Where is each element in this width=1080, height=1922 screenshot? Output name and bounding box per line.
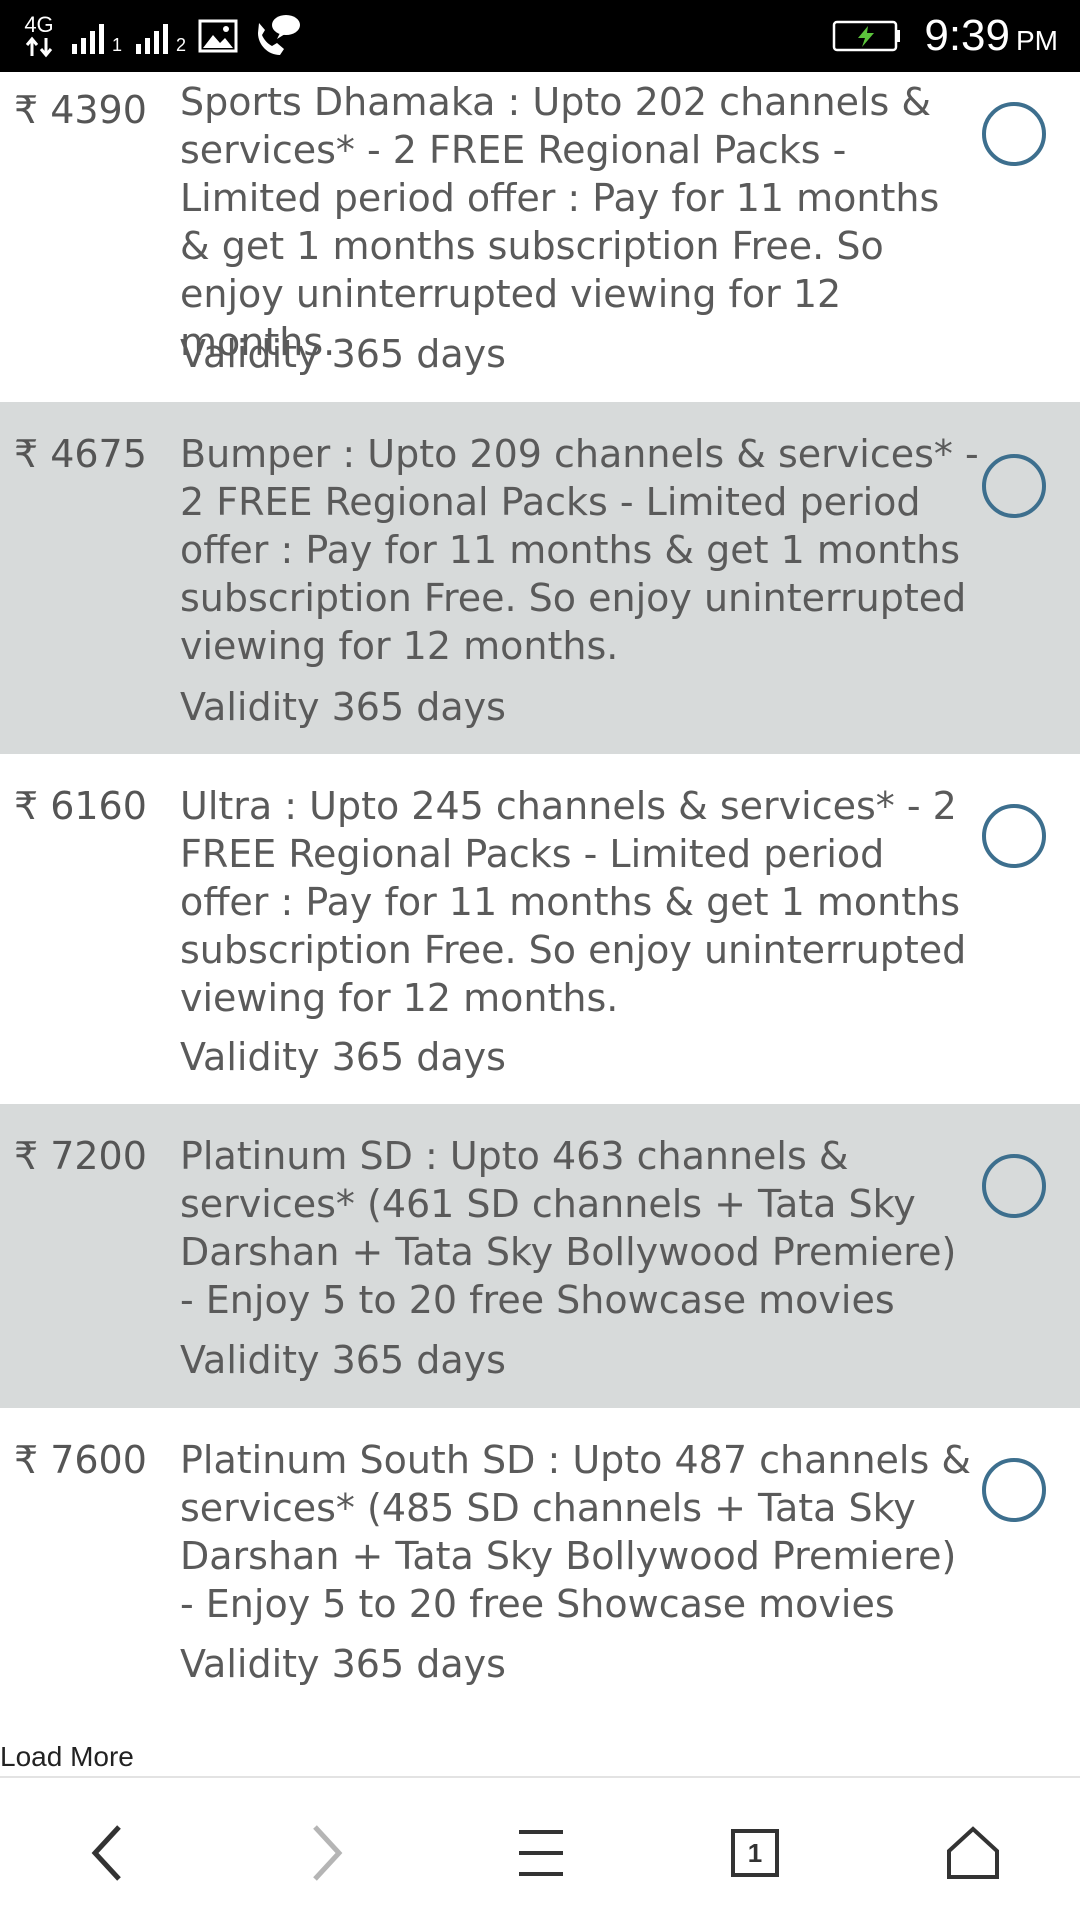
rupee-icon: ₹ bbox=[14, 1438, 39, 1482]
plan-price-value: 6160 bbox=[50, 784, 147, 828]
network-indicator: 4G bbox=[20, 14, 58, 58]
sim2-signal: 2 bbox=[134, 16, 186, 56]
clock-ampm: PM bbox=[1016, 25, 1058, 56]
rupee-icon: ₹ bbox=[14, 784, 39, 828]
phone-call-icon bbox=[258, 15, 301, 55]
plan-item[interactable]: ₹7200 Platinum SD : Upto 463 channels & … bbox=[0, 1104, 1080, 1408]
plan-price-value: 7200 bbox=[50, 1134, 147, 1178]
battery-charging-icon bbox=[833, 20, 901, 52]
home-icon bbox=[947, 1826, 999, 1879]
plan-validity: Validity 365 days bbox=[180, 1035, 506, 1079]
back-button[interactable] bbox=[72, 1818, 142, 1888]
sim2-label: 2 bbox=[176, 35, 187, 55]
tabs-button[interactable]: 1 bbox=[720, 1818, 790, 1888]
status-bar: 4G 1 2 9:39 PM bbox=[0, 0, 1080, 72]
browser-nav-bar: 1 bbox=[0, 1776, 1080, 1922]
plan-price: ₹4675 bbox=[14, 432, 147, 476]
plan-price-value: 4390 bbox=[50, 88, 147, 132]
chevron-right-icon bbox=[313, 1825, 343, 1881]
plan-validity: Validity 365 days bbox=[180, 1338, 506, 1382]
clock-time: 9:39 bbox=[924, 11, 1010, 60]
plan-price: ₹7200 bbox=[14, 1134, 147, 1178]
clock: 9:39 PM bbox=[924, 11, 1058, 61]
plan-radio-button[interactable] bbox=[982, 1154, 1046, 1218]
forward-button[interactable] bbox=[292, 1818, 362, 1888]
rupee-icon: ₹ bbox=[14, 1134, 39, 1178]
plan-price: ₹6160 bbox=[14, 784, 147, 828]
plan-validity: Validity 365 days bbox=[180, 685, 506, 729]
plan-radio-button[interactable] bbox=[982, 454, 1046, 518]
menu-button[interactable] bbox=[506, 1818, 576, 1888]
rupee-icon: ₹ bbox=[14, 432, 39, 476]
tabs-icon: 1 bbox=[731, 1829, 779, 1877]
signal-icon bbox=[136, 24, 169, 54]
plan-item[interactable]: ₹4675 Bumper : Upto 209 channels & servi… bbox=[0, 402, 1080, 754]
network-label: 4G bbox=[24, 12, 54, 37]
sim1-label: 1 bbox=[112, 35, 123, 55]
chevron-left-icon bbox=[91, 1825, 121, 1881]
plan-description: Ultra : Upto 245 channels & services* - … bbox=[180, 784, 967, 1020]
plan-radio-button[interactable] bbox=[982, 1458, 1046, 1522]
data-arrows-icon bbox=[25, 36, 53, 58]
plan-price: ₹4390 bbox=[14, 88, 147, 132]
sim1-signal: 1 bbox=[70, 16, 122, 56]
plan-description: Bumper : Upto 209 channels & services* -… bbox=[180, 432, 979, 668]
plan-radio-button[interactable] bbox=[982, 804, 1046, 868]
plan-list: ₹4390 Sports Dhamaka : Upto 202 channels… bbox=[0, 72, 1080, 1708]
plan-item[interactable]: ₹6160 Ultra : Upto 245 channels & servic… bbox=[0, 754, 1080, 1104]
plan-description: Platinum SD : Upto 463 channels & servic… bbox=[180, 1134, 957, 1322]
plan-price: ₹7600 bbox=[14, 1438, 147, 1482]
rupee-icon: ₹ bbox=[14, 88, 39, 132]
load-more-link[interactable]: Load More bbox=[0, 1741, 134, 1773]
menu-icon bbox=[519, 1830, 563, 1876]
plan-radio-button[interactable] bbox=[982, 102, 1046, 166]
plan-validity: Validity 365 days bbox=[180, 1642, 506, 1686]
status-left: 4G 1 2 bbox=[20, 10, 302, 62]
signal-icon bbox=[72, 24, 104, 54]
tab-count: 1 bbox=[747, 1837, 763, 1868]
plan-item[interactable]: ₹7600 Platinum South SD : Upto 487 chann… bbox=[0, 1408, 1080, 1708]
plan-price-value: 7600 bbox=[50, 1438, 147, 1482]
plan-description: Sports Dhamaka : Upto 202 channels & ser… bbox=[180, 80, 940, 364]
plan-item[interactable]: ₹4390 Sports Dhamaka : Upto 202 channels… bbox=[0, 72, 1080, 402]
status-right: 9:39 PM bbox=[832, 8, 1058, 64]
plan-price-value: 4675 bbox=[50, 432, 147, 476]
home-button[interactable] bbox=[938, 1818, 1008, 1888]
gallery-icon bbox=[198, 19, 238, 53]
plan-validity: Validity 365 days bbox=[180, 332, 506, 376]
plan-description: Platinum South SD : Upto 487 channels & … bbox=[180, 1438, 971, 1626]
